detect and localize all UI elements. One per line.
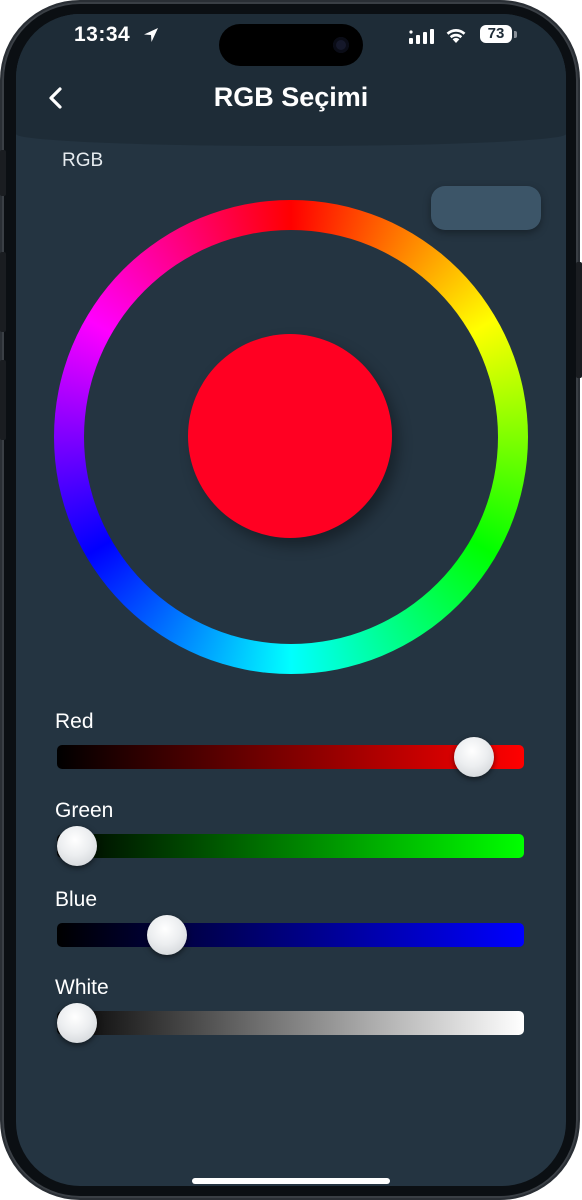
app-screen: 13:34 73 RGB Seçimi RGB Red Green Blue W… bbox=[16, 14, 566, 1186]
mode-label: RGB bbox=[62, 150, 104, 171]
dynamic-island bbox=[219, 24, 363, 66]
green-slider-thumb[interactable] bbox=[57, 826, 97, 866]
volume-down-button bbox=[0, 360, 6, 440]
green-slider[interactable] bbox=[57, 826, 524, 866]
battery-icon: 73 bbox=[480, 25, 512, 43]
color-preview-button[interactable] bbox=[431, 186, 541, 230]
selected-color-swatch bbox=[188, 334, 392, 538]
red-slider[interactable] bbox=[57, 737, 524, 777]
cellular-signal-icon bbox=[409, 29, 434, 44]
white-slider-label: White bbox=[55, 976, 109, 999]
red-slider-label: Red bbox=[55, 710, 94, 733]
white-slider-thumb[interactable] bbox=[57, 1003, 97, 1043]
white-slider[interactable] bbox=[57, 1003, 524, 1043]
location-arrow-icon bbox=[144, 28, 158, 42]
power-button bbox=[576, 262, 582, 378]
blue-slider-thumb[interactable] bbox=[147, 915, 187, 955]
green-slider-label: Green bbox=[55, 799, 114, 822]
home-indicator bbox=[192, 1178, 390, 1184]
wifi-icon bbox=[446, 28, 466, 43]
battery-cap bbox=[514, 31, 517, 38]
page-title: RGB Seçimi bbox=[213, 82, 369, 112]
blue-slider-label: Blue bbox=[55, 888, 98, 911]
action-button bbox=[0, 150, 6, 196]
camera-icon bbox=[333, 37, 349, 53]
volume-up-button bbox=[0, 252, 6, 332]
status-time: 13:34 bbox=[74, 23, 131, 46]
red-slider-thumb[interactable] bbox=[454, 737, 494, 777]
blue-slider[interactable] bbox=[57, 915, 524, 955]
